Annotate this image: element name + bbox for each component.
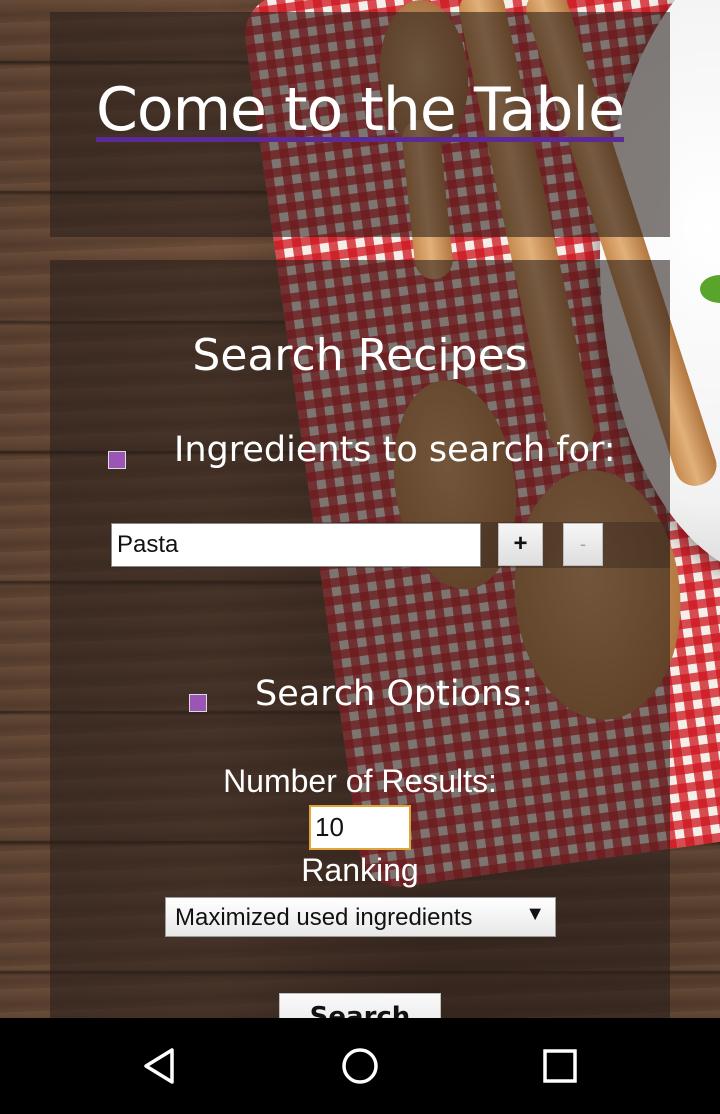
home-icon[interactable] [340, 1046, 380, 1086]
ingredients-heading: Ingredients to search for: [174, 430, 616, 470]
site-title-link[interactable]: Come to the Table [96, 75, 625, 145]
dropdown-arrow-icon: ▼ [525, 903, 545, 925]
ingredient-input[interactable] [111, 523, 481, 567]
options-heading: Search Options: [255, 674, 534, 714]
back-icon[interactable] [140, 1046, 180, 1086]
android-nav-bar [0, 1018, 720, 1114]
remove-ingredient-button[interactable]: - [563, 523, 603, 566]
ranking-select[interactable]: Maximized used ingredients ▼ [165, 897, 556, 937]
header-panel: Come to the Table [50, 12, 670, 237]
recents-icon[interactable] [540, 1046, 580, 1086]
bullet-icon [189, 694, 207, 712]
site-title: Come to the Table [50, 67, 670, 153]
bullet-icon [108, 451, 126, 469]
results-label: Number of Results: [223, 763, 497, 799]
search-title: Search Recipes [192, 330, 528, 381]
results-count-input[interactable] [309, 805, 411, 850]
ranking-label: Ranking [301, 852, 419, 888]
ranking-selected-value: Maximized used ingredients [175, 904, 473, 931]
add-ingredient-button[interactable]: + [498, 523, 543, 566]
